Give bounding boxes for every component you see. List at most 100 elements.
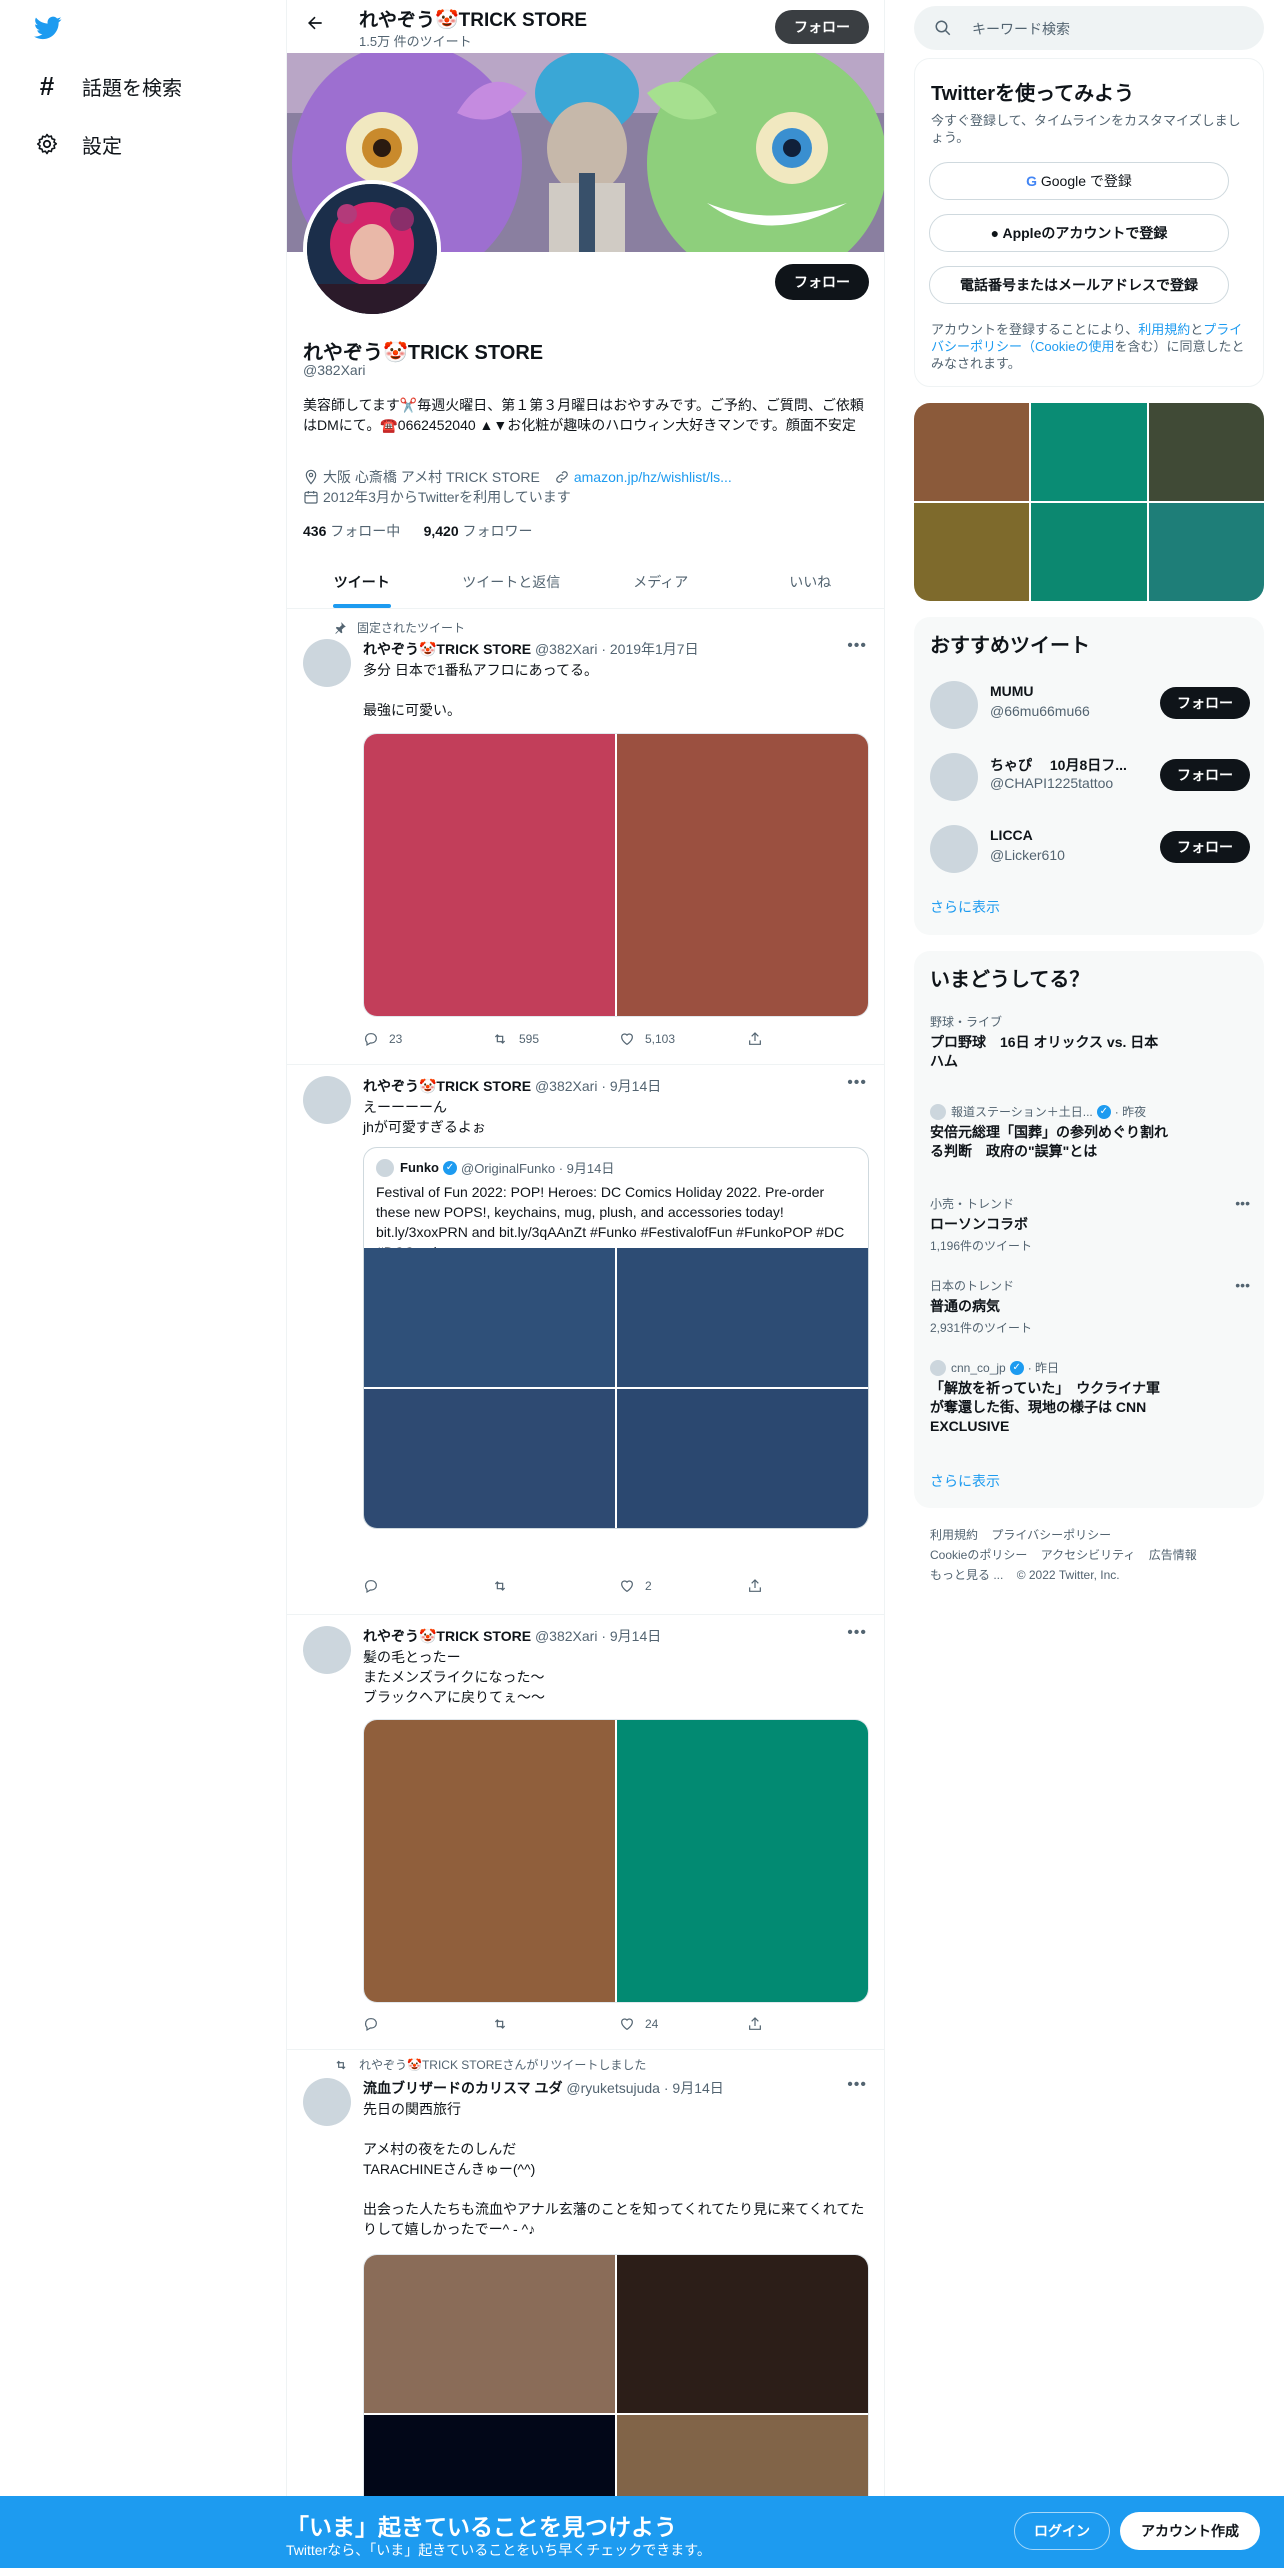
footer-link[interactable]: プライバシーポリシー: [991, 1528, 1111, 1542]
avatar[interactable]: [930, 681, 978, 729]
followers-link[interactable]: 9,420 フォロワー: [424, 523, 533, 539]
tweet-author-name[interactable]: れやぞう🤡TRICK STORE: [363, 641, 531, 657]
media-thumbnail[interactable]: [1148, 403, 1264, 501]
avatar[interactable]: [930, 753, 978, 801]
trend-item[interactable]: 小売・トレンド ローソンコラボ 1,196件のツイート •••: [930, 1195, 1250, 1254]
tweet-retweeted[interactable]: れやぞう🤡TRICK STOREさんがリツイートしました 流血ブリザードのカリス…: [287, 2050, 884, 2568]
quoted-photo[interactable]: [364, 1248, 615, 1387]
more-options-icon[interactable]: •••: [847, 1624, 867, 1642]
tweet-author-name[interactable]: 流血ブリザードのカリスマ ユダ: [363, 2080, 562, 2096]
quoted-tweet-media[interactable]: [364, 1248, 868, 1528]
tweet-photo[interactable]: [364, 2255, 615, 2413]
retweet-button[interactable]: 595: [491, 1031, 619, 1047]
share-button[interactable]: [747, 1031, 773, 1047]
header-follow-button[interactable]: フォロー: [775, 10, 869, 44]
recommended-user[interactable]: ちゃぴ 10月8日フ... @CHAPI1225tattoo フォロー: [930, 745, 1250, 805]
tweet-author-avatar[interactable]: [303, 639, 351, 687]
recommended-user-name[interactable]: LICCA: [990, 827, 1150, 843]
tweet-author-avatar[interactable]: [303, 1626, 351, 1674]
tweet-author-avatar[interactable]: [303, 1076, 351, 1124]
media-thumbnail[interactable]: [1031, 403, 1147, 501]
follow-button[interactable]: フォロー: [1160, 759, 1250, 791]
tab-media[interactable]: メディア: [586, 556, 736, 608]
tweet-photo[interactable]: [617, 734, 868, 1016]
search-input[interactable]: キーワード検索: [972, 19, 1070, 39]
tweet-quote[interactable]: れやぞう🤡TRICK STORE @382Xari · 9月14日 ••• えー…: [287, 1065, 884, 1615]
tab-tweets-and-replies[interactable]: ツイートと返信: [437, 556, 587, 608]
search-box[interactable]: キーワード検索: [914, 6, 1264, 50]
signup-button[interactable]: アカウント作成: [1120, 2512, 1260, 2550]
share-button[interactable]: [747, 1578, 773, 1594]
tweet-author-avatar[interactable]: [303, 2078, 351, 2126]
quoted-photo[interactable]: [617, 1389, 868, 1528]
retweet-button[interactable]: [491, 1578, 619, 1594]
recommended-user[interactable]: MUMU @66mu66mu66 フォロー: [930, 673, 1250, 733]
nav-settings[interactable]: 設定: [34, 124, 122, 164]
google-signup-button[interactable]: G Google で登録: [929, 162, 1229, 200]
tweet-author-name[interactable]: れやぞう🤡TRICK STORE: [363, 1078, 531, 1094]
login-button[interactable]: ログイン: [1014, 2512, 1110, 2550]
footer-link[interactable]: Cookieのポリシー: [930, 1548, 1027, 1562]
reply-button[interactable]: 23: [363, 1031, 491, 1047]
recommended-user[interactable]: LICCA @Licker610 フォロー: [930, 817, 1250, 877]
terms-link[interactable]: 利用規約: [1138, 322, 1190, 337]
reply-button[interactable]: [363, 1578, 491, 1594]
tweet-author-name[interactable]: れやぞう🤡TRICK STORE: [363, 1628, 531, 1644]
profile-avatar[interactable]: [303, 180, 441, 318]
more-options-icon[interactable]: •••: [847, 1074, 867, 1092]
tweet-photo[interactable]: [617, 2255, 868, 2413]
like-button[interactable]: 5,103: [619, 1031, 747, 1047]
trend-item[interactable]: 日本のトレンド 普通の病気 2,931件のツイート •••: [930, 1277, 1250, 1336]
profile-website[interactable]: amazon.jp/hz/wishlist/ls...: [554, 469, 732, 485]
apple-signup-button[interactable]: ● Appleのアカウントで登録: [929, 214, 1229, 252]
follow-button[interactable]: フォロー: [1160, 831, 1250, 863]
retweet-button[interactable]: [491, 2016, 619, 2032]
quoted-photo[interactable]: [364, 1389, 615, 1528]
like-button[interactable]: 24: [619, 2016, 747, 2032]
share-button[interactable]: [747, 2016, 773, 2032]
tweet-photo[interactable]: [364, 734, 615, 1016]
like-button[interactable]: 2: [619, 1578, 747, 1594]
media-thumbnail[interactable]: [1148, 503, 1264, 601]
trend-item[interactable]: 報道ステーション＋土日... ✓ · 昨夜 安倍元総理「国葬」の参列めぐり割れる…: [930, 1103, 1250, 1161]
twitter-logo-icon[interactable]: [32, 14, 64, 42]
profile-website-link[interactable]: amazon.jp/hz/wishlist/ls...: [574, 469, 732, 485]
tweet-photo[interactable]: [617, 1720, 868, 2002]
tweet-media[interactable]: [363, 733, 869, 1017]
media-thumbnail[interactable]: [914, 403, 1030, 501]
recommended-user-name[interactable]: ちゃぴ 10月8日フ...: [990, 755, 1150, 775]
profile-follow-button[interactable]: フォロー: [775, 264, 869, 300]
more-options-icon[interactable]: •••: [847, 2076, 867, 2094]
footer-link[interactable]: 広告情報: [1149, 1548, 1197, 1562]
trend-item[interactable]: 野球・ライブ プロ野球 16日 オリックス vs. 日本ハム: [930, 1013, 1250, 1071]
trend-item[interactable]: cnn_co_jp ✓ · 昨日 「解放を祈っていた」 ウクライナ軍が奪還した街…: [930, 1359, 1250, 1436]
tweet-photo[interactable]: [364, 1720, 615, 2002]
more-options-icon[interactable]: •••: [1235, 1277, 1250, 1293]
tweet-meta[interactable]: @382Xari · 9月14日: [535, 1078, 661, 1094]
back-arrow-icon[interactable]: [301, 12, 329, 40]
quoted-photo[interactable]: [617, 1248, 868, 1387]
tweet-media[interactable]: [363, 1719, 869, 2003]
phone-signup-button[interactable]: 電話番号またはメールアドレスで登録: [929, 266, 1229, 304]
more-options-icon[interactable]: •••: [1235, 1195, 1250, 1211]
tweet-meta[interactable]: @ryuketsujuda · 9月14日: [566, 2080, 723, 2096]
tweet-photo-post[interactable]: れやぞう🤡TRICK STORE @382Xari · 9月14日 ••• 髪の…: [287, 1615, 884, 2050]
tweet-meta[interactable]: @382Xari · 2019年1月7日: [535, 641, 699, 657]
tweet-meta[interactable]: @382Xari · 9月14日: [535, 1628, 661, 1644]
media-thumbnail[interactable]: [914, 503, 1030, 601]
tab-likes[interactable]: いいね: [736, 556, 885, 608]
show-more-link[interactable]: さらに表示: [930, 1471, 1000, 1491]
tweet-pinned[interactable]: 固定されたツイート れやぞう🤡TRICK STORE @382Xari · 20…: [287, 609, 884, 1065]
show-more-link[interactable]: さらに表示: [930, 897, 1000, 917]
footer-link[interactable]: 利用規約: [930, 1528, 978, 1542]
tab-tweets[interactable]: ツイート: [287, 556, 437, 608]
follow-button[interactable]: フォロー: [1160, 687, 1250, 719]
footer-link[interactable]: もっと見る ...: [930, 1568, 1003, 1582]
following-link[interactable]: 436 フォロー中: [303, 523, 400, 539]
media-thumbnail[interactable]: [1031, 503, 1147, 601]
quoted-tweet[interactable]: Funko ✓ @OriginalFunko · 9月14日 Festival …: [363, 1147, 869, 1529]
reply-button[interactable]: [363, 2016, 491, 2032]
nav-explore[interactable]: # 話題を検索: [34, 66, 182, 106]
footer-link[interactable]: アクセシビリティ: [1041, 1548, 1136, 1562]
recommended-user-name[interactable]: MUMU: [990, 683, 1150, 699]
